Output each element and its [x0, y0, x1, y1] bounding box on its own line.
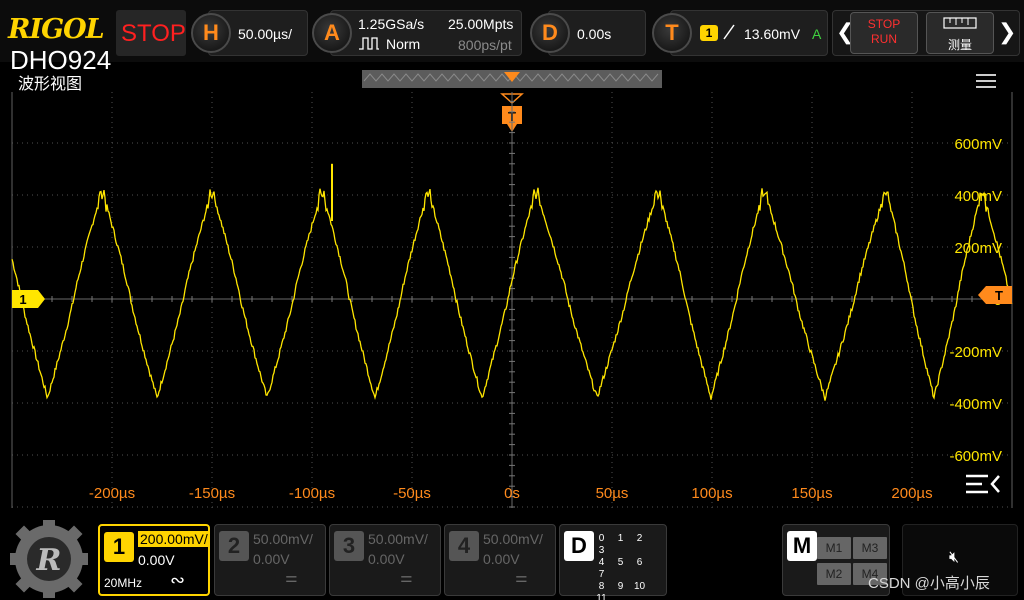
delay-key[interactable]: D	[530, 13, 570, 53]
channel-4-box[interactable]: 4 50.00mV/ 0.00V ⚌	[444, 524, 556, 596]
measure-button[interactable]: 测量	[926, 12, 994, 54]
channel-2-number: 2	[219, 531, 249, 561]
channel-2-box[interactable]: 2 50.00mV/ 0.00V ⚌	[214, 524, 326, 596]
math-label: M	[787, 531, 817, 561]
home-gear-icon[interactable]: R	[10, 520, 88, 598]
trigger-level: 13.60mV	[744, 26, 801, 42]
y-tick-label: -200mV	[949, 344, 1002, 361]
y-tick-label: 600mV	[954, 136, 1002, 153]
channel-1-offset-marker[interactable]	[12, 290, 45, 308]
channel-4-scale: 50.00mV/	[483, 531, 543, 547]
y-tick-label: -600mV	[949, 448, 1002, 465]
channel-3-box[interactable]: 3 50.00mV/ 0.00V ⚌	[329, 524, 441, 596]
digital-channel-11: 11	[596, 593, 607, 600]
run-state-label: STOP	[121, 20, 186, 47]
digital-channel-grid: 0123456789101112131415	[592, 533, 666, 600]
x-tick-label: 150µs	[791, 485, 832, 502]
measure-label: 测量	[947, 38, 972, 52]
digital-channel-6: 6	[636, 557, 643, 568]
math-m3[interactable]: M3	[853, 537, 887, 559]
math-m1[interactable]: M1	[817, 537, 851, 559]
x-tick-label: -150µs	[189, 485, 235, 502]
run-stop-button[interactable]: STOP RUN	[850, 12, 918, 54]
x-tick-label: -100µs	[289, 485, 335, 502]
dc-coupling-icon: ⚌	[515, 569, 528, 585]
dc-coupling-icon: ⚌	[400, 569, 413, 585]
axis-labels: 600mV400mV200mV0-200mV-400mV-600mV-200µs…	[89, 136, 1002, 502]
memory-depth: 25.00Mpts	[448, 16, 514, 32]
rising-edge-icon	[723, 24, 735, 40]
model-name: DHO924	[10, 45, 112, 75]
acquire-mode-icon	[359, 37, 379, 50]
time-resolution: 800ps/pt	[458, 37, 512, 53]
channel-1-number: 1	[104, 532, 134, 562]
channel-4-offset: 0.00V	[483, 551, 520, 567]
digital-channel-4: 4	[598, 557, 605, 568]
dc-coupling-icon: ⚌	[285, 569, 298, 585]
run-stop-bottom-label: RUN	[871, 32, 897, 46]
x-tick-label: 50µs	[596, 485, 629, 502]
acquire-mode: Norm	[386, 36, 421, 52]
channel-bar: R 1 200.00mV/ 0.00V 20MHz ∾ 2 50.00mV/ 0…	[0, 508, 1024, 600]
digital-channel-3: 3	[598, 545, 605, 556]
digital-channel-8: 8	[598, 581, 605, 592]
channel-1-bandwidth: 20MHz	[104, 576, 143, 590]
watermark: CSDN @小高小辰	[868, 575, 990, 592]
math-m2[interactable]: M2	[817, 563, 851, 585]
x-tick-label: 0s	[504, 485, 520, 502]
digital-label: D	[564, 531, 594, 561]
y-tick-label: 200mV	[954, 240, 1002, 257]
channel-1-marker-label: 1	[19, 292, 26, 307]
x-tick-label: 100µs	[691, 485, 732, 502]
x-tick-label: -200µs	[89, 485, 135, 502]
trigger-mode-letter: A	[812, 26, 822, 42]
status-bar: RIGOL STOP H 50.00µs/ A 1.25GSa/s Norm 2…	[0, 0, 1024, 62]
channel-3-number: 3	[334, 531, 364, 561]
run-stop-top-label: STOP	[867, 17, 901, 31]
waveform-canvas[interactable]: T 600mV400mV200mV0-200mV-400mV-600mV-200…	[0, 62, 1024, 508]
waveform-view[interactable]: 波形视图 T 600mV400mV200mV0-200mV-400mV-600m…	[0, 62, 1024, 508]
digital-channel-1: 1	[617, 533, 624, 544]
ac-coupling-icon: ∾	[170, 570, 186, 590]
channel-4-number: 4	[449, 531, 479, 561]
digital-channel-5: 5	[617, 557, 624, 568]
x-tick-label: 200µs	[891, 485, 932, 502]
channel-2-scale: 50.00mV/	[253, 531, 313, 547]
channel-2-offset: 0.00V	[253, 551, 290, 567]
y-tick-label: -400mV	[949, 396, 1002, 413]
digital-channel-9: 9	[617, 581, 624, 592]
svg-text:R: R	[36, 543, 62, 578]
digital-channel-0: 0	[598, 533, 605, 544]
acquire-key[interactable]: A	[312, 13, 352, 53]
speaker-muted-icon[interactable]: 🔇︎	[949, 549, 959, 567]
horizontal-key[interactable]: H	[191, 13, 231, 53]
y-tick-label: 400mV	[954, 188, 1002, 205]
graticule	[11, 92, 1013, 508]
chevron-right-icon[interactable]: ❯	[998, 19, 1016, 45]
channel-3-scale: 50.00mV/	[368, 531, 428, 547]
collapse-menu-icon[interactable]	[966, 474, 1000, 494]
digital-channels-box[interactable]: D 0123456789101112131415	[559, 524, 667, 600]
trigger-level-marker-label: T	[995, 288, 1003, 303]
x-tick-label: -50µs	[393, 485, 431, 502]
trigger-key[interactable]: T	[652, 13, 692, 53]
rigol-logo: RIGOL	[8, 14, 105, 45]
timebase-scale: 50.00µs/	[238, 26, 292, 42]
trigger-source-badge: 1	[700, 25, 718, 41]
digital-channel-10: 10	[633, 581, 646, 592]
channel-1-scale: 200.00mV/	[138, 531, 210, 547]
digital-channel-7: 7	[598, 569, 605, 580]
sample-rate: 1.25GSa/s	[358, 16, 425, 32]
channel-1-offset: 0.00V	[138, 552, 175, 568]
channel-1-box[interactable]: 1 200.00mV/ 0.00V 20MHz ∾	[98, 524, 210, 596]
delay-value: 0.00s	[577, 26, 612, 42]
digital-channel-2: 2	[636, 533, 643, 544]
channel-3-offset: 0.00V	[368, 551, 405, 567]
ruler-icon	[943, 17, 977, 29]
